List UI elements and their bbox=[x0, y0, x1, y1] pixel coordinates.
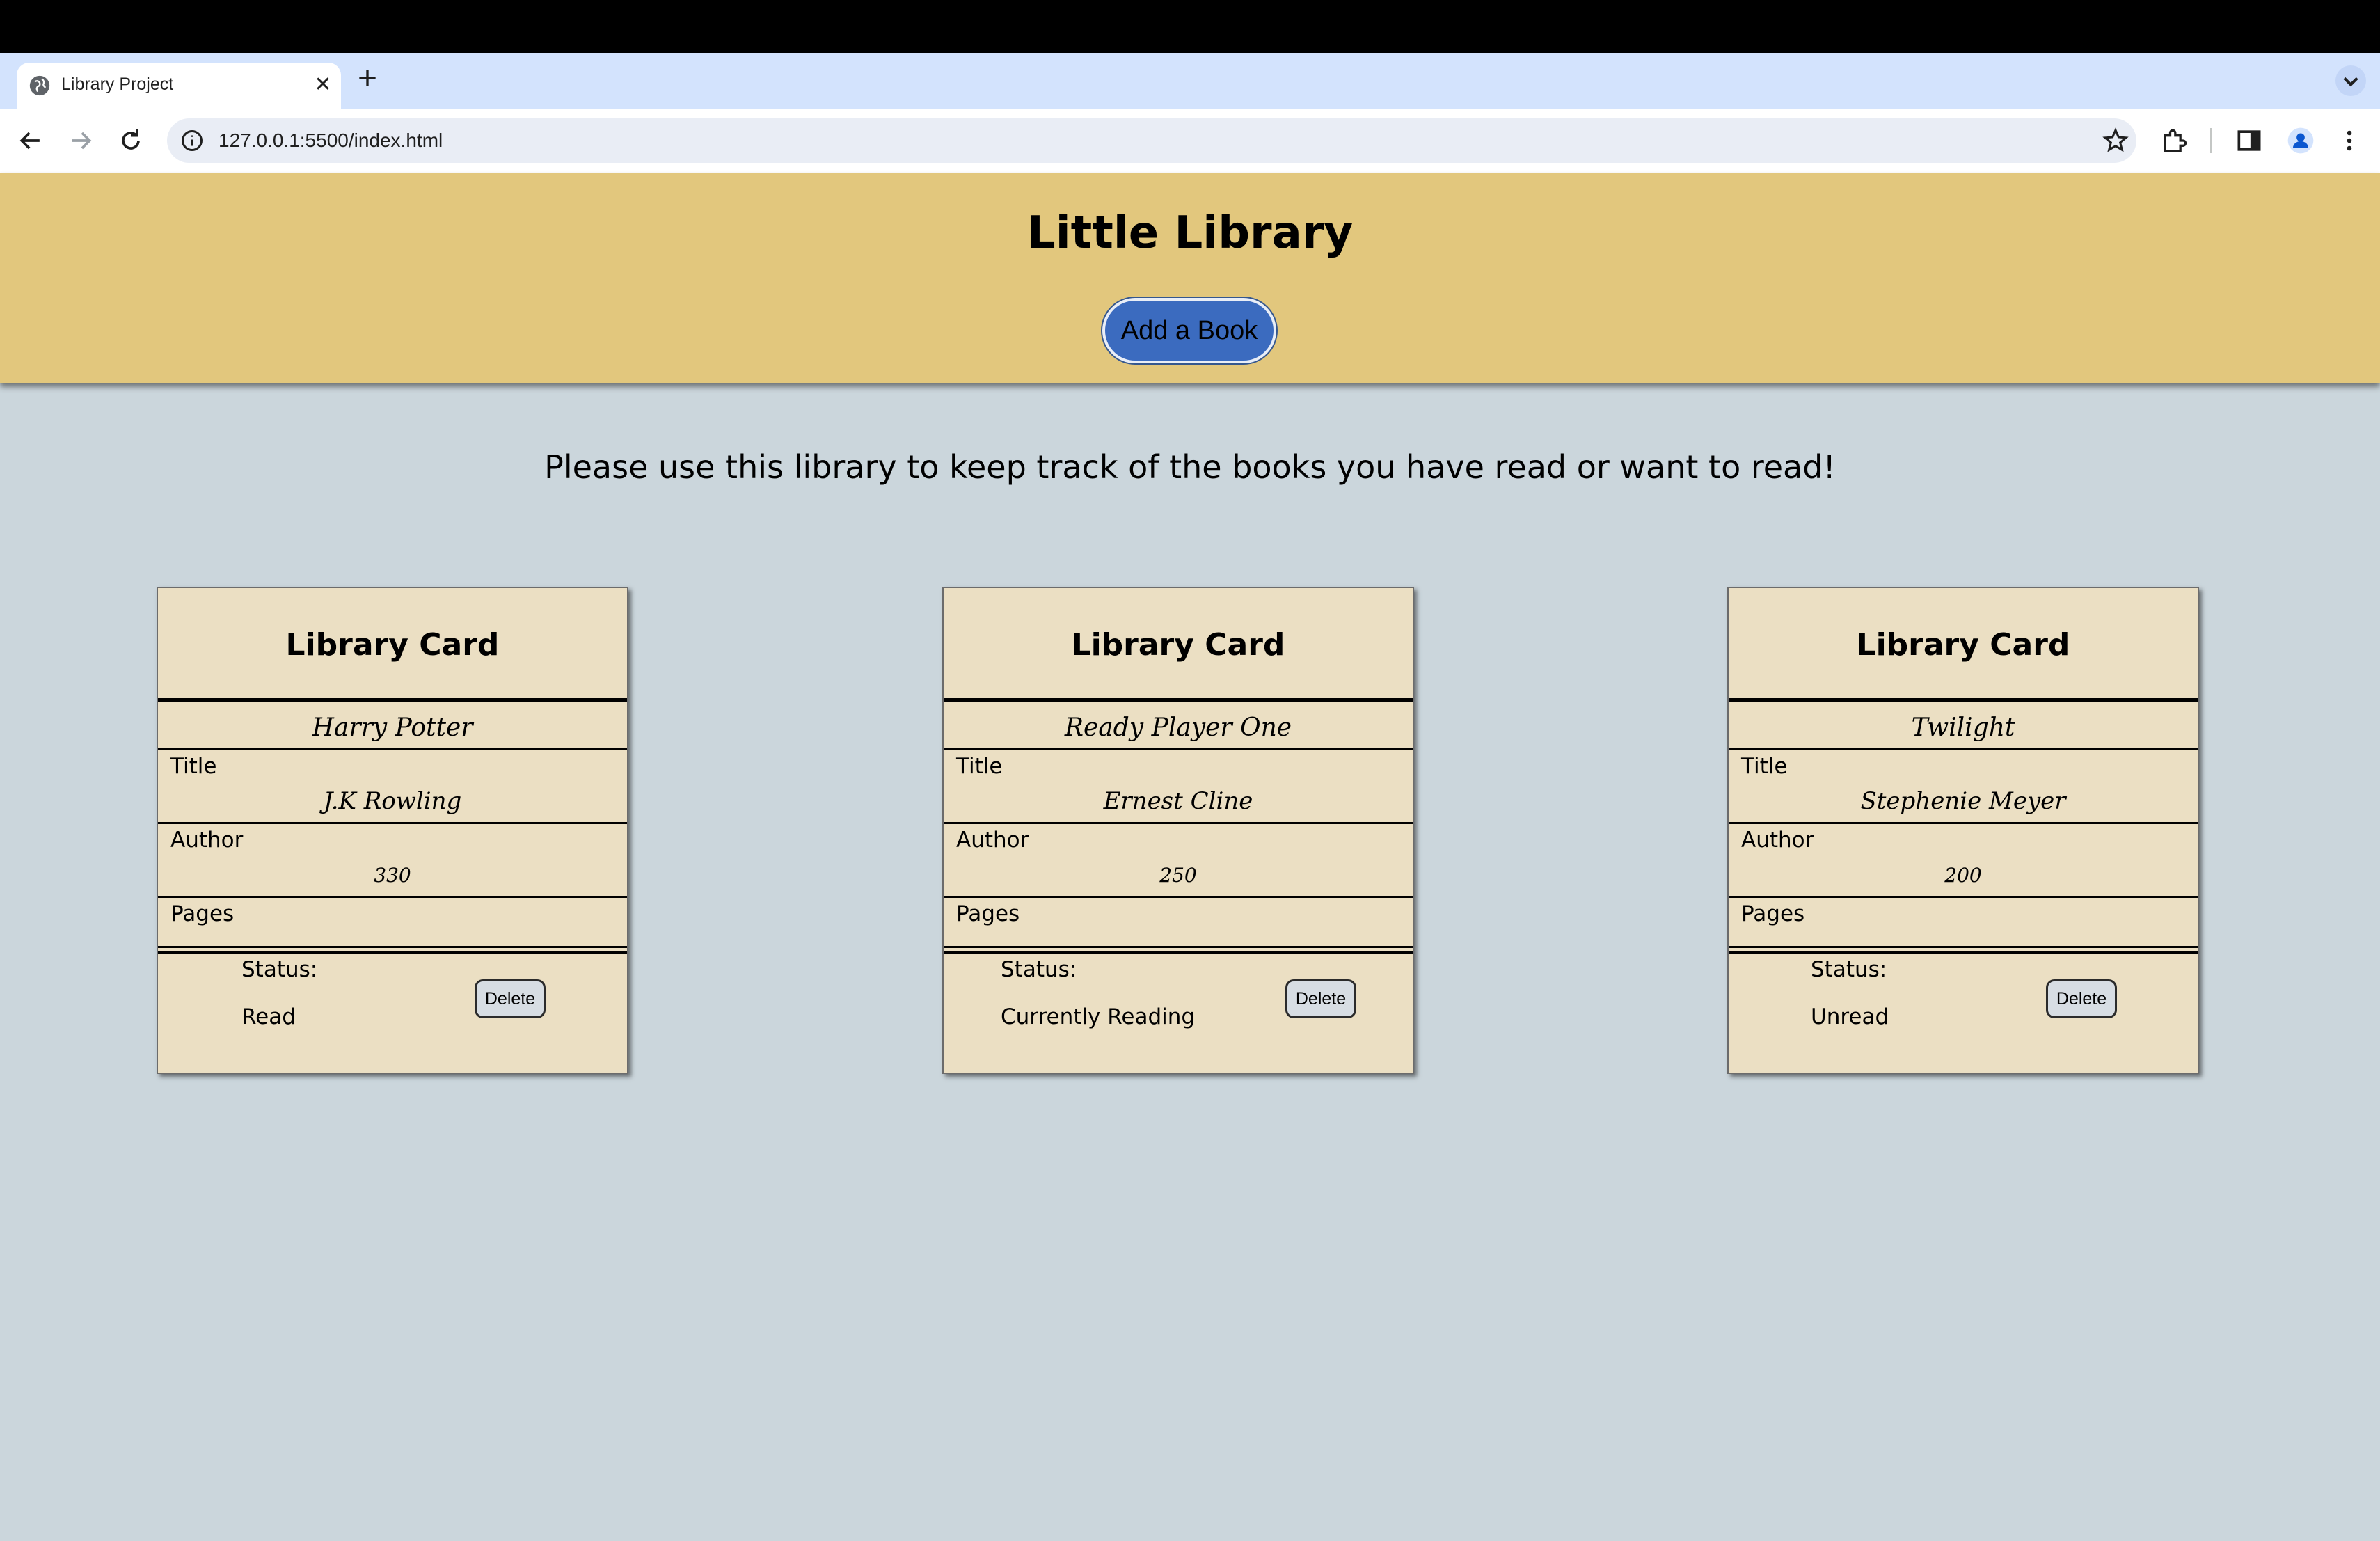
card-divider bbox=[158, 748, 627, 750]
delete-button[interactable]: Delete bbox=[475, 979, 546, 1018]
library-card: Library Card Harry Potter Title J.K Rowl… bbox=[157, 587, 628, 1074]
card-divider bbox=[158, 698, 627, 702]
book-title-value: Twilight bbox=[1911, 713, 2015, 742]
card-divider bbox=[1729, 822, 2198, 824]
card-divider bbox=[944, 748, 1413, 750]
card-divider bbox=[944, 896, 1413, 898]
tab-search-button[interactable] bbox=[2335, 65, 2366, 96]
status-label: Status: bbox=[1811, 957, 1887, 982]
author-label: Author bbox=[1741, 828, 1814, 853]
address-bar[interactable]: 127.0.0.1:5500/index.html bbox=[167, 118, 2136, 163]
book-author-value: Ernest Cline bbox=[1103, 787, 1253, 815]
book-pages-value: 200 bbox=[1944, 864, 1982, 887]
url-text: 127.0.0.1:5500/index.html bbox=[219, 129, 443, 151]
author-label: Author bbox=[170, 828, 244, 853]
book-author-value: J.K Rowling bbox=[323, 787, 462, 815]
browser-toolbar: 127.0.0.1:5500/index.html bbox=[0, 109, 2380, 174]
status-label: Status: bbox=[1001, 957, 1077, 982]
card-divider bbox=[944, 822, 1413, 824]
reload-icon[interactable] bbox=[116, 125, 146, 156]
card-divider bbox=[1729, 896, 2198, 898]
card-heading: Library Card bbox=[1071, 627, 1285, 663]
tab-library-project[interactable]: Library Project ✕ bbox=[17, 63, 341, 109]
card-divider bbox=[158, 946, 627, 948]
card-divider bbox=[1729, 748, 2198, 750]
chevron-down-icon bbox=[2343, 77, 2358, 87]
card-divider bbox=[1729, 951, 2198, 954]
extensions-puzzle-icon[interactable] bbox=[2159, 125, 2189, 156]
close-tab-icon[interactable]: ✕ bbox=[310, 72, 335, 97]
library-card: Library Card Twilight Title Stephenie Me… bbox=[1727, 587, 2199, 1074]
bookmark-star-icon[interactable] bbox=[2102, 127, 2129, 155]
back-arrow-icon[interactable] bbox=[15, 125, 46, 156]
forward-arrow-icon[interactable] bbox=[65, 125, 96, 156]
card-divider bbox=[158, 951, 627, 954]
pages-label: Pages bbox=[1741, 901, 1805, 926]
card-divider bbox=[1729, 946, 2198, 948]
delete-button[interactable]: Delete bbox=[1285, 979, 1356, 1018]
pages-label: Pages bbox=[956, 901, 1020, 926]
book-author-value: Stephenie Meyer bbox=[1860, 787, 2066, 815]
pages-label: Pages bbox=[170, 901, 235, 926]
book-title-value: Harry Potter bbox=[312, 713, 473, 742]
card-divider bbox=[944, 951, 1413, 954]
library-card: Library Card Ready Player One Title Erne… bbox=[942, 587, 1414, 1074]
title-label: Title bbox=[1741, 754, 1788, 779]
book-title-value: Ready Player One bbox=[1064, 713, 1292, 742]
status-value: Currently Reading bbox=[1001, 1004, 1196, 1029]
title-label: Title bbox=[956, 754, 1003, 779]
new-tab-icon[interactable] bbox=[354, 64, 381, 92]
card-heading: Library Card bbox=[1856, 627, 2070, 663]
screen-top-bar bbox=[0, 0, 2380, 53]
status-value: Read bbox=[241, 1004, 296, 1029]
status-value: Unread bbox=[1811, 1004, 1889, 1029]
book-pages-value: 330 bbox=[374, 864, 411, 887]
add-book-button[interactable]: Add a Book bbox=[1102, 298, 1276, 363]
more-menu-icon[interactable] bbox=[2334, 125, 2365, 156]
book-pages-value: 250 bbox=[1159, 864, 1197, 887]
site-info-icon[interactable] bbox=[180, 128, 205, 153]
page-header: Little Library Add a Book bbox=[0, 173, 2380, 383]
side-panel-icon[interactable] bbox=[2234, 125, 2264, 156]
card-divider bbox=[944, 698, 1413, 702]
globe-icon bbox=[29, 75, 50, 96]
card-divider bbox=[158, 896, 627, 898]
toolbar-divider bbox=[2210, 128, 2212, 153]
title-label: Title bbox=[170, 754, 217, 779]
card-divider bbox=[1729, 698, 2198, 702]
tab-title: Library Project bbox=[61, 74, 174, 94]
card-divider bbox=[158, 822, 627, 824]
profile-avatar-icon[interactable] bbox=[2285, 125, 2316, 156]
delete-button[interactable]: Delete bbox=[2046, 979, 2117, 1018]
page-title: Little Library bbox=[1026, 207, 1354, 259]
author-label: Author bbox=[956, 828, 1029, 853]
card-heading: Library Card bbox=[285, 627, 500, 663]
card-divider bbox=[944, 946, 1413, 948]
intro-text: Please use this library to keep track of… bbox=[544, 448, 1836, 486]
status-label: Status: bbox=[241, 957, 318, 982]
